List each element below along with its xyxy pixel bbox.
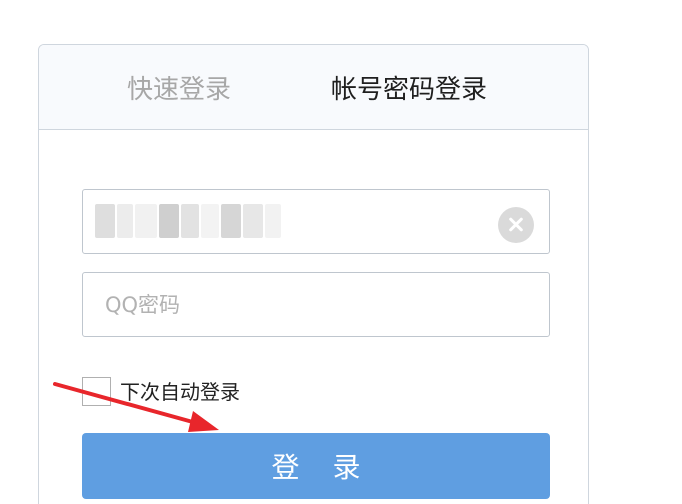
login-button[interactable]: 登 录 <box>82 433 550 499</box>
password-input[interactable]: QQ密码 <box>82 272 550 337</box>
login-tab-bar: 快速登录 帐号密码登录 <box>39 45 588 130</box>
tab-account-password-login[interactable]: 帐号密码登录 <box>331 45 487 129</box>
password-placeholder: QQ密码 <box>105 293 181 317</box>
tab-quick-login[interactable]: 快速登录 <box>127 45 231 129</box>
auto-login-label: 下次自动登录 <box>120 380 240 404</box>
account-input[interactable] <box>82 189 550 254</box>
auto-login-checkbox[interactable] <box>82 377 111 406</box>
qq-login-page: 快速登录 帐号密码登录 QQ密码 下次自动登录 登 录 <box>0 0 682 504</box>
close-circle-icon[interactable] <box>498 207 534 243</box>
login-panel: 快速登录 帐号密码登录 QQ密码 下次自动登录 登 录 <box>38 44 589 504</box>
